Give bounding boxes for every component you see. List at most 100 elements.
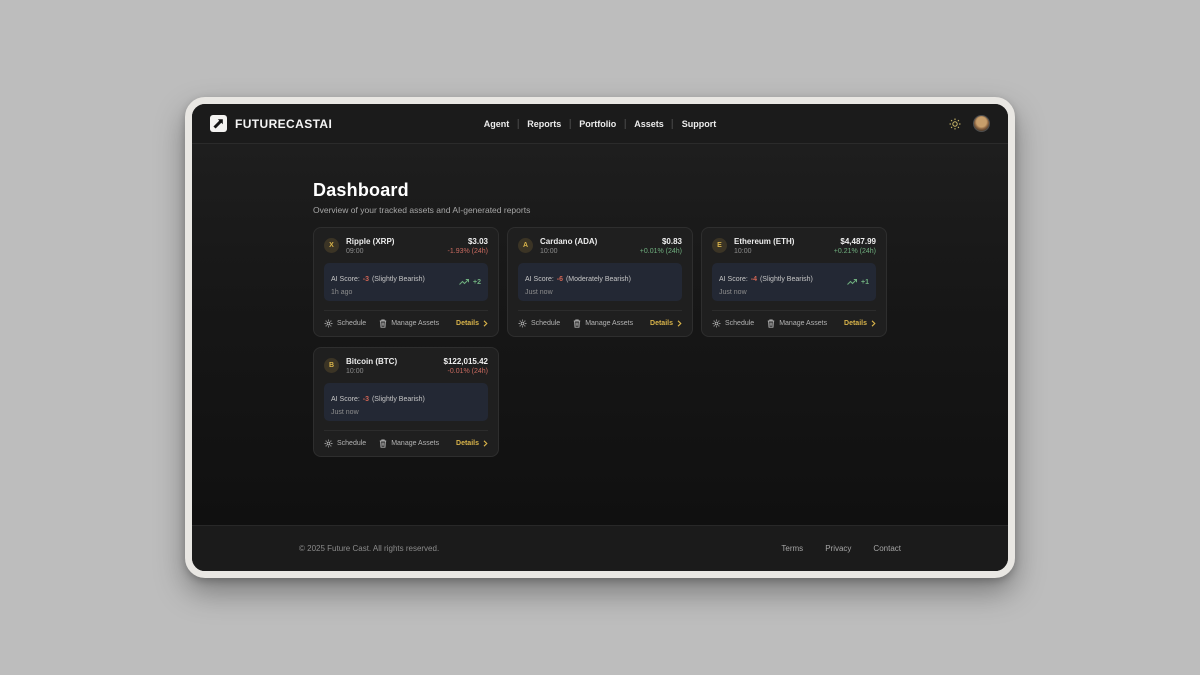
- manage-assets-button[interactable]: Manage Assets: [379, 439, 439, 448]
- ai-score-label: AI Score:: [331, 396, 360, 403]
- schedule-button[interactable]: Schedule: [324, 439, 366, 448]
- trash-icon: [379, 439, 387, 448]
- nav-item[interactable]: Assets: [625, 119, 673, 129]
- schedule-button[interactable]: Schedule: [518, 319, 560, 328]
- nav-list: Agent Reports Portfolio Assets Support: [475, 119, 726, 129]
- price-change: -0.01% (24h): [444, 368, 489, 375]
- user-avatar[interactable]: [973, 115, 990, 132]
- manage-assets-button[interactable]: Manage Assets: [379, 319, 439, 328]
- ai-score-sentiment: (Moderately Bearish): [566, 276, 631, 283]
- footer-link[interactable]: Contact: [873, 544, 901, 553]
- price-change: +0.01% (24h): [640, 248, 682, 255]
- details-button[interactable]: Details: [456, 320, 488, 327]
- asset-symbol-badge: X: [324, 238, 339, 253]
- nav-item[interactable]: Support: [673, 119, 726, 129]
- trending-up-icon: [459, 278, 470, 286]
- ai-updated-time: 1h ago: [331, 289, 425, 296]
- page-title: Dashboard: [313, 180, 887, 201]
- card-actions: Schedule Manage Assets Details: [712, 319, 876, 328]
- card-actions: Schedule Manage Assets Details: [518, 319, 682, 328]
- trend-badge: +1: [847, 278, 869, 286]
- footer-link[interactable]: Terms: [781, 544, 803, 553]
- asset-symbol-badge: E: [712, 238, 727, 253]
- asset-name: Ripple (XRP): [346, 237, 441, 246]
- ai-score-value: -3: [363, 276, 369, 283]
- main-nav: Agent Reports Portfolio Assets Support: [475, 119, 726, 129]
- asset-name: Cardano (ADA): [540, 237, 633, 246]
- asset-time: 10:00: [540, 248, 633, 255]
- footer-links: Terms Privacy Contact: [781, 544, 901, 553]
- app-window: FUTURECASTAI Agent Reports Portfolio Ass…: [185, 97, 1015, 578]
- card-head: B Bitcoin (BTC) 10:00 $122,015.42 -0.01%…: [324, 357, 488, 375]
- chevron-right-icon: [677, 320, 682, 327]
- details-label: Details: [650, 320, 673, 327]
- gear-icon: [324, 319, 333, 328]
- brand-logo-icon: [210, 115, 227, 132]
- schedule-button[interactable]: Schedule: [324, 319, 366, 328]
- card-actions: Schedule Manage Assets Details: [324, 319, 488, 328]
- ai-score-panel: AI Score: -6 (Moderately Bearish) Just n…: [518, 263, 682, 301]
- nav-item[interactable]: Reports: [518, 119, 570, 129]
- app-footer: © 2025 Future Cast. All rights reserved.…: [192, 525, 1008, 571]
- ai-score-label: AI Score:: [525, 276, 554, 283]
- trending-up-icon: [847, 278, 858, 286]
- app-header: FUTURECASTAI Agent Reports Portfolio Ass…: [192, 104, 1008, 144]
- ai-score-panel: AI Score: -3 (Slightly Bearish) Just now: [324, 383, 488, 421]
- card-actions: Schedule Manage Assets Details: [324, 439, 488, 448]
- asset-name: Ethereum (ETH): [734, 237, 827, 246]
- trash-icon: [767, 319, 775, 328]
- theme-toggle-button[interactable]: [948, 117, 962, 131]
- ai-score-sentiment: (Slightly Bearish): [760, 276, 813, 283]
- details-button[interactable]: Details: [650, 320, 682, 327]
- asset-card: E Ethereum (ETH) 10:00 $4,487.99 +0.21% …: [701, 227, 887, 337]
- nav-item[interactable]: Agent: [475, 119, 519, 129]
- asset-time: 10:00: [346, 368, 437, 375]
- ai-score-sentiment: (Slightly Bearish): [372, 276, 425, 283]
- gear-icon: [712, 319, 721, 328]
- manage-assets-label: Manage Assets: [391, 440, 439, 447]
- gear-icon: [518, 319, 527, 328]
- manage-assets-label: Manage Assets: [779, 320, 827, 327]
- ai-updated-time: Just now: [719, 289, 813, 296]
- ai-score-value: -4: [751, 276, 757, 283]
- details-button[interactable]: Details: [456, 440, 488, 447]
- card-head: X Ripple (XRP) 09:00 $3.03 -1.93% (24h): [324, 237, 488, 255]
- nav-item[interactable]: Portfolio: [570, 119, 625, 129]
- brand-name: FUTURECASTAI: [235, 117, 332, 131]
- schedule-button[interactable]: Schedule: [712, 319, 754, 328]
- asset-card: B Bitcoin (BTC) 10:00 $122,015.42 -0.01%…: [313, 347, 499, 457]
- card-head: E Ethereum (ETH) 10:00 $4,487.99 +0.21% …: [712, 237, 876, 255]
- price-change: -1.93% (24h): [448, 248, 488, 255]
- schedule-label: Schedule: [337, 320, 366, 327]
- trend-value: +1: [861, 279, 869, 286]
- card-divider: [324, 430, 488, 431]
- copyright-text: © 2025 Future Cast. All rights reserved.: [299, 544, 439, 553]
- details-label: Details: [844, 320, 867, 327]
- ai-updated-time: Just now: [525, 289, 631, 296]
- asset-card: A Cardano (ADA) 10:00 $0.83 +0.01% (24h)…: [507, 227, 693, 337]
- page-subtitle: Overview of your tracked assets and AI-g…: [313, 205, 887, 215]
- schedule-label: Schedule: [531, 320, 560, 327]
- sun-icon: [949, 118, 961, 130]
- details-button[interactable]: Details: [844, 320, 876, 327]
- asset-time: 09:00: [346, 248, 441, 255]
- manage-assets-label: Manage Assets: [585, 320, 633, 327]
- asset-price: $122,015.42: [444, 357, 489, 366]
- schedule-label: Schedule: [337, 440, 366, 447]
- card-head: A Cardano (ADA) 10:00 $0.83 +0.01% (24h): [518, 237, 682, 255]
- schedule-label: Schedule: [725, 320, 754, 327]
- header-right: [948, 115, 990, 132]
- brand: FUTURECASTAI: [210, 115, 332, 132]
- card-divider: [712, 310, 876, 311]
- ai-score-panel: AI Score: -4 (Slightly Bearish) Just now…: [712, 263, 876, 301]
- ai-score-label: AI Score:: [719, 276, 748, 283]
- manage-assets-button[interactable]: Manage Assets: [573, 319, 633, 328]
- details-label: Details: [456, 440, 479, 447]
- footer-link[interactable]: Privacy: [825, 544, 851, 553]
- manage-assets-button[interactable]: Manage Assets: [767, 319, 827, 328]
- chevron-right-icon: [483, 320, 488, 327]
- details-label: Details: [456, 320, 479, 327]
- price-change: +0.21% (24h): [834, 248, 876, 255]
- ai-score-label: AI Score:: [331, 276, 360, 283]
- chevron-right-icon: [871, 320, 876, 327]
